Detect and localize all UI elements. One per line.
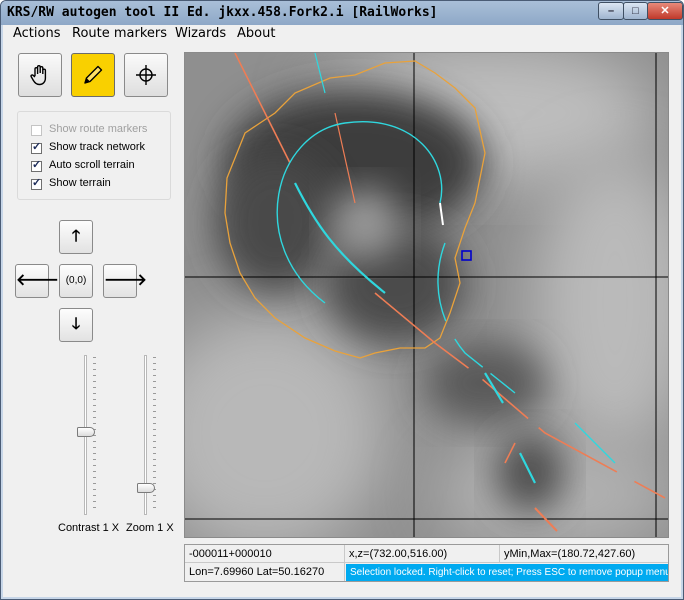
reset-origin-button[interactable]: (0,0) bbox=[59, 264, 93, 298]
checkbox-show-track-network[interactable]: ✓ bbox=[31, 141, 42, 154]
status-message: Selection locked. Right-click to reset; … bbox=[346, 564, 668, 581]
maximize-button[interactable]: □ bbox=[623, 2, 648, 20]
scroll-right-button[interactable]: 🡒 bbox=[103, 264, 147, 298]
zoom-slider-thumb[interactable] bbox=[137, 483, 155, 493]
label-show-route-markers: Show route markers bbox=[49, 123, 148, 135]
zoom-label: Zoom 1 X bbox=[126, 522, 174, 534]
terrain-map-canvas[interactable] bbox=[185, 53, 668, 537]
menu-route-markers[interactable]: Route markers bbox=[72, 26, 167, 41]
checkmark-icon: ✓ bbox=[32, 159, 42, 171]
display-options-group: Show route markers ✓ Show track network … bbox=[17, 111, 171, 200]
status-bar: -000011+000010 x,z=(732.00,516.00) yMin,… bbox=[184, 544, 669, 582]
menu-actions[interactable]: Actions bbox=[13, 26, 61, 41]
scroll-down-button[interactable]: 🡓 bbox=[59, 308, 93, 342]
checkmark-icon: ✓ bbox=[32, 141, 42, 153]
status-xz-coords: x,z=(732.00,516.00) bbox=[345, 545, 500, 563]
close-button[interactable]: ✕ bbox=[647, 2, 683, 20]
crosshair-tool-button[interactable] bbox=[124, 53, 168, 97]
menu-bar: Actions Route markers Wizards About bbox=[3, 25, 681, 43]
contrast-slider-thumb[interactable] bbox=[77, 427, 95, 437]
pencil-icon bbox=[84, 65, 103, 84]
checkbox-show-route-markers bbox=[31, 125, 42, 136]
pencil-tool-button[interactable] bbox=[71, 53, 115, 97]
scroll-up-button[interactable]: 🡑 bbox=[59, 220, 93, 254]
checkbox-show-terrain[interactable]: ✓ bbox=[31, 177, 42, 190]
menu-about[interactable]: About bbox=[237, 26, 275, 41]
label-auto-scroll-terrain[interactable]: Auto scroll terrain bbox=[49, 159, 135, 171]
label-show-terrain[interactable]: Show terrain bbox=[49, 177, 111, 189]
pan-tool-button[interactable] bbox=[18, 53, 62, 97]
checkmark-icon: ✓ bbox=[32, 177, 42, 189]
checkbox-auto-scroll-terrain[interactable]: ✓ bbox=[31, 159, 42, 172]
status-ymin-max: yMin,Max=(180.72,427.60) bbox=[500, 545, 668, 563]
window-title: KRS/RW autogen tool II Ed. jkxx.458.Fork… bbox=[7, 5, 438, 20]
status-tile-id: -000011+000010 bbox=[185, 545, 345, 563]
title-bar[interactable]: KRS/RW autogen tool II Ed. jkxx.458.Fork… bbox=[1, 1, 683, 25]
main-panel: Show route markers ✓ Show track network … bbox=[3, 43, 681, 597]
status-lon-lat: Lon=7.69960 Lat=50.16270 bbox=[185, 563, 345, 581]
zoom-slider[interactable] bbox=[135, 355, 156, 515]
contrast-slider[interactable] bbox=[75, 355, 96, 515]
minimize-button[interactable]: – bbox=[598, 2, 624, 20]
pan-hand-icon bbox=[30, 65, 47, 86]
label-show-track-network[interactable]: Show track network bbox=[49, 141, 145, 153]
terrain-map-view[interactable] bbox=[184, 52, 669, 538]
scroll-left-button[interactable]: 🡐 bbox=[15, 264, 59, 298]
menu-wizards[interactable]: Wizards bbox=[175, 26, 226, 41]
crosshair-icon bbox=[136, 65, 156, 85]
app-window: KRS/RW autogen tool II Ed. jkxx.458.Fork… bbox=[0, 0, 684, 600]
contrast-label: Contrast 1 X bbox=[58, 522, 120, 534]
